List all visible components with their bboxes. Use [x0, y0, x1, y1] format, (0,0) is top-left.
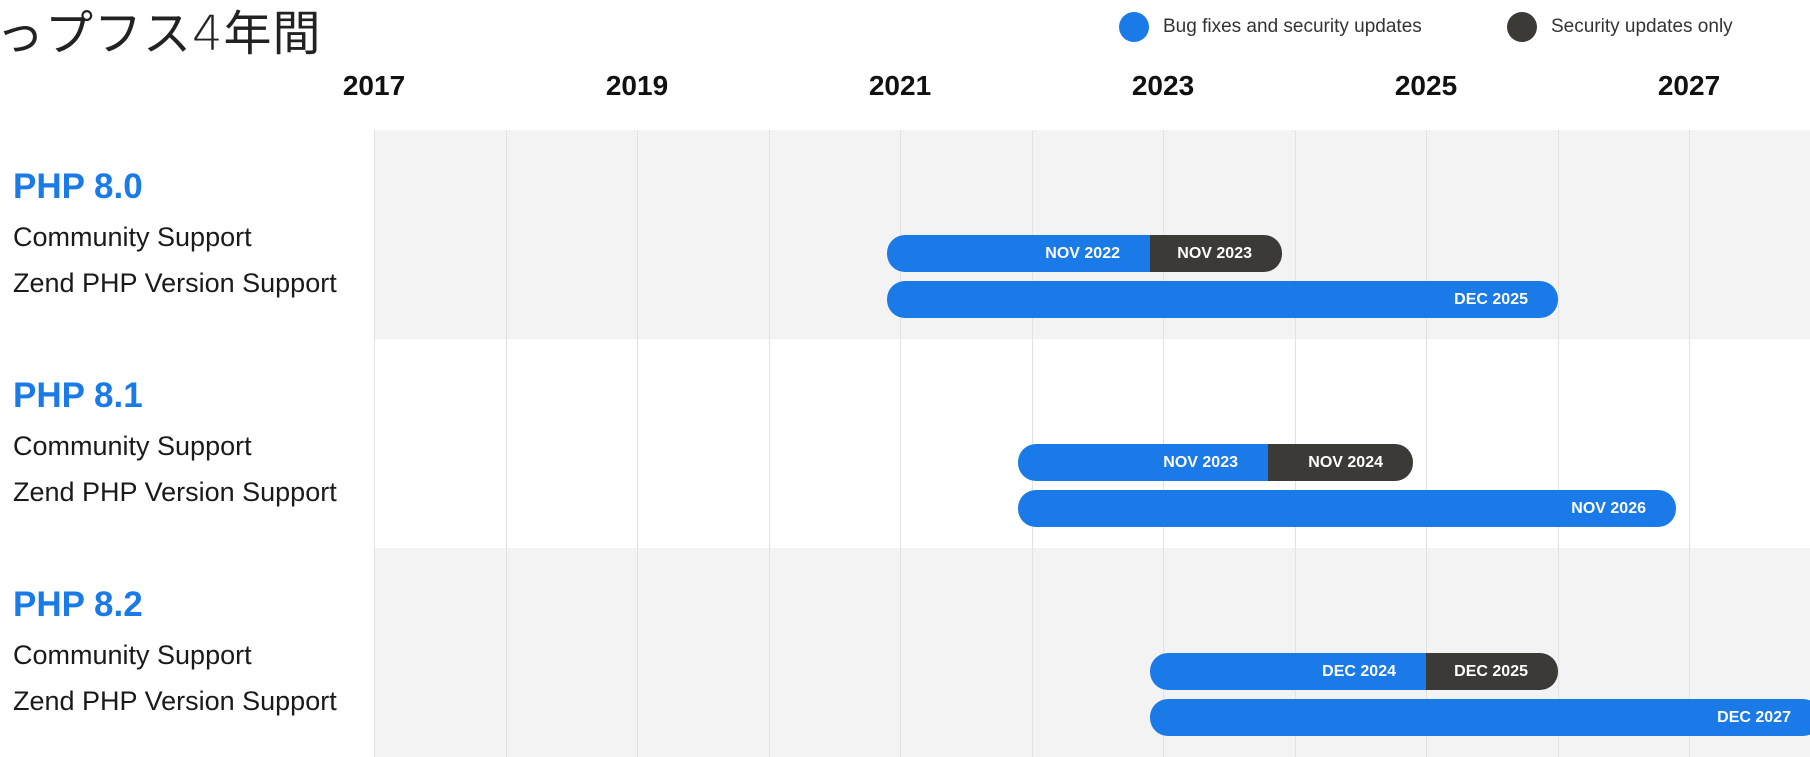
bar-end-label: NOV 2023 — [1177, 244, 1252, 262]
gridline — [769, 130, 770, 757]
gridline — [374, 130, 375, 757]
blue-circle-icon — [1119, 12, 1149, 42]
bar-end-label: NOV 2024 — [1308, 453, 1383, 471]
x-tick-label: 2017 — [342, 70, 406, 101]
x-tick-label: 2019 — [605, 70, 669, 101]
bar-segment: DEC 2027 — [1150, 699, 1810, 736]
dark-circle-icon — [1507, 12, 1537, 42]
row-label: Zend PHP Version Support — [13, 477, 337, 507]
version-title: PHP 8.0 — [13, 167, 143, 206]
bar-segment: NOV 2026 — [1018, 490, 1676, 527]
legend-label-bugfix: Bug fixes and security updates — [1163, 16, 1422, 37]
bar-segment: DEC 2025 — [887, 281, 1558, 318]
row-label: Community Support — [13, 222, 252, 252]
legend-item-bugfix: Bug fixes and security updates — [1119, 12, 1422, 42]
row-label: Zend PHP Version Support — [13, 268, 337, 298]
version-title: PHP 8.2 — [13, 585, 143, 624]
bar-end-label: DEC 2027 — [1717, 708, 1791, 726]
page-heading: っプフス4年間 — [0, 6, 322, 62]
gridline — [900, 130, 901, 757]
bar-segment: DEC 2024 — [1150, 653, 1426, 690]
legend-label-security: Security updates only — [1551, 16, 1733, 37]
x-tick-label: 2025 — [1394, 70, 1458, 101]
bar-end-label: DEC 2025 — [1454, 290, 1528, 308]
bar-end-label: NOV 2023 — [1163, 453, 1238, 471]
bar-end-label: NOV 2022 — [1045, 244, 1120, 262]
row-label: Zend PHP Version Support — [13, 686, 337, 716]
bar-segment: NOV 2022 — [887, 235, 1150, 272]
x-tick-label: 2023 — [1131, 70, 1195, 101]
bar-end-label: DEC 2024 — [1322, 662, 1396, 680]
row-label: Community Support — [13, 431, 252, 461]
bar-segment: NOV 2023 — [1150, 235, 1282, 272]
bar-end-label: NOV 2026 — [1571, 499, 1646, 517]
gridline — [637, 130, 638, 757]
bar-end-label: DEC 2025 — [1454, 662, 1528, 680]
gridline — [1689, 130, 1690, 757]
gridline — [1558, 130, 1559, 757]
row-label: Community Support — [13, 640, 252, 670]
legend-item-security: Security updates only — [1507, 12, 1733, 42]
x-tick-label: 2027 — [1657, 70, 1721, 101]
version-title: PHP 8.1 — [13, 376, 143, 415]
bar-segment: NOV 2024 — [1268, 444, 1413, 481]
gridline — [506, 130, 507, 757]
bar-segment: NOV 2023 — [1018, 444, 1268, 481]
x-tick-label: 2021 — [868, 70, 932, 101]
bar-segment: DEC 2025 — [1426, 653, 1558, 690]
